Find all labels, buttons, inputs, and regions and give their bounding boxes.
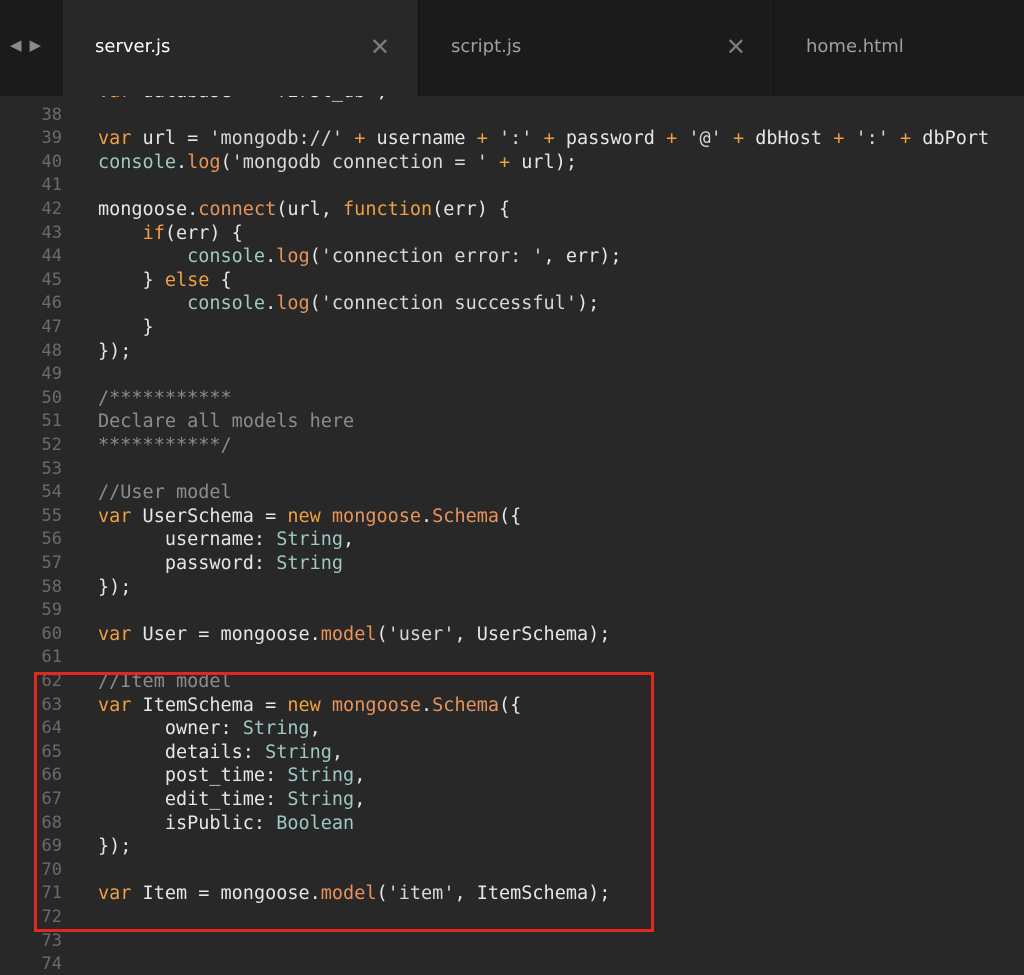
code-line[interactable]: 39 var url = 'mongodb://' + username + ':… (0, 127, 1024, 151)
line-number: 59 (41, 600, 62, 621)
forward-arrow-icon[interactable]: ▶ (30, 36, 42, 54)
code-line[interactable]: 43 if(err) { (0, 222, 1024, 246)
line-number: 56 (41, 529, 62, 550)
line-number: 43 (41, 222, 62, 243)
highlight-box (34, 672, 654, 932)
line-number: 49 (41, 364, 62, 385)
line-number: 55 (41, 505, 62, 526)
tab-home-html[interactable]: home.html (773, 0, 1024, 96)
code-text[interactable]: } else { (98, 269, 232, 293)
code-line[interactable]: 52 ***********/ (0, 434, 1024, 458)
code-line[interactable]: 46 console.log('connection successful'); (0, 292, 1024, 316)
line-number: 53 (41, 458, 62, 479)
tab-label: script.js (451, 36, 522, 57)
line-number: 48 (41, 340, 62, 361)
code-line[interactable]: 61 (0, 646, 1024, 670)
code-line[interactable]: 44 console.log('connection error: ', err… (0, 245, 1024, 269)
code-text[interactable]: console.log('connection successful'); (98, 292, 599, 316)
code-line[interactable]: 54 //User model (0, 481, 1024, 505)
code-line[interactable]: 59 (0, 599, 1024, 623)
line-number: 41 (41, 175, 62, 196)
code-text[interactable]: console.log('connection error: ', err); (98, 245, 621, 269)
code-text[interactable]: /*********** (98, 387, 232, 411)
close-icon[interactable]: ✕ (726, 35, 746, 59)
code-line[interactable]: 73 (0, 930, 1024, 954)
code-line[interactable]: 42 mongoose.connect(url, function(err) { (0, 198, 1024, 222)
code-text[interactable]: ***********/ (98, 434, 232, 458)
code-line[interactable]: 55 var UserSchema = new mongoose.Schema({ (0, 505, 1024, 529)
code-line[interactable]: 38 (0, 104, 1024, 128)
line-number: 45 (41, 269, 62, 290)
code-line[interactable]: 53 (0, 458, 1024, 482)
line-number: 60 (41, 623, 62, 644)
tab-script-js[interactable]: script.js ✕ (418, 0, 774, 96)
line-number: 73 (41, 930, 62, 951)
line-number: 44 (41, 246, 62, 267)
code-line[interactable]: 40 console.log('mongodb connection = ' + … (0, 151, 1024, 175)
line-number: 47 (41, 317, 62, 337)
tab-server-js[interactable]: server.js ✕ (63, 0, 418, 96)
back-arrow-icon[interactable]: ◀ (10, 36, 22, 54)
code-line[interactable]: 49 (0, 363, 1024, 387)
tab-navigation[interactable]: ◀ ▶ (10, 36, 41, 54)
code-line[interactable]: 41 (0, 174, 1024, 198)
code-line[interactable]: 47 } (0, 316, 1024, 340)
code-line[interactable]: 51 Declare all models here (0, 410, 1024, 434)
code-text[interactable]: //User model (98, 481, 232, 505)
code-text[interactable]: console.log('mongodb connection = ' + ur… (98, 151, 577, 175)
line-number: 61 (41, 647, 62, 668)
line-number: 46 (41, 293, 62, 314)
code-text[interactable]: var url = 'mongodb://' + username + ':' … (98, 127, 989, 151)
code-line[interactable]: 56 username: String, (0, 528, 1024, 552)
line-number: 52 (41, 435, 62, 455)
code-text[interactable]: var User = mongoose.model('user', UserSc… (98, 623, 610, 647)
line-number: 42 (41, 199, 62, 219)
line-number: 51 (41, 411, 62, 432)
code-text[interactable]: mongoose.connect(url, function(err) { (98, 198, 510, 222)
tab-bar: ◀ ▶ server.js ✕ script.js ✕ home.html (0, 0, 1024, 96)
line-number: 54 (41, 482, 62, 503)
code-text[interactable]: if(err) { (98, 222, 243, 246)
code-text[interactable]: } (98, 316, 154, 340)
line-number: 58 (41, 576, 62, 597)
code-line[interactable]: 57 password: String (0, 552, 1024, 576)
code-text[interactable]: username: String, (98, 528, 354, 552)
line-number: 57 (41, 553, 62, 573)
line-number: 38 (41, 104, 62, 125)
code-text[interactable]: Declare all models here (98, 410, 354, 434)
code-text[interactable]: password: String (98, 552, 343, 576)
code-text[interactable]: }); (98, 576, 131, 600)
code-text[interactable]: var UserSchema = new mongoose.Schema({ (98, 505, 521, 529)
code-text[interactable]: }); (98, 340, 131, 364)
code-line[interactable]: 74 (0, 953, 1024, 975)
code-line[interactable]: 50 /*********** (0, 387, 1024, 411)
code-line[interactable]: 48}); (0, 340, 1024, 364)
line-number: 40 (41, 151, 62, 172)
line-number: 74 (41, 954, 62, 975)
line-number: 39 (41, 128, 62, 149)
tab-label: server.js (95, 36, 171, 57)
tab-label: home.html (806, 36, 904, 57)
code-line[interactable]: 58}); (0, 576, 1024, 600)
close-icon[interactable]: ✕ (370, 35, 390, 59)
line-number: 50 (41, 387, 62, 408)
code-line[interactable]: 45 } else { (0, 269, 1024, 293)
code-line[interactable]: 60 var User = mongoose.model('user', User… (0, 623, 1024, 647)
